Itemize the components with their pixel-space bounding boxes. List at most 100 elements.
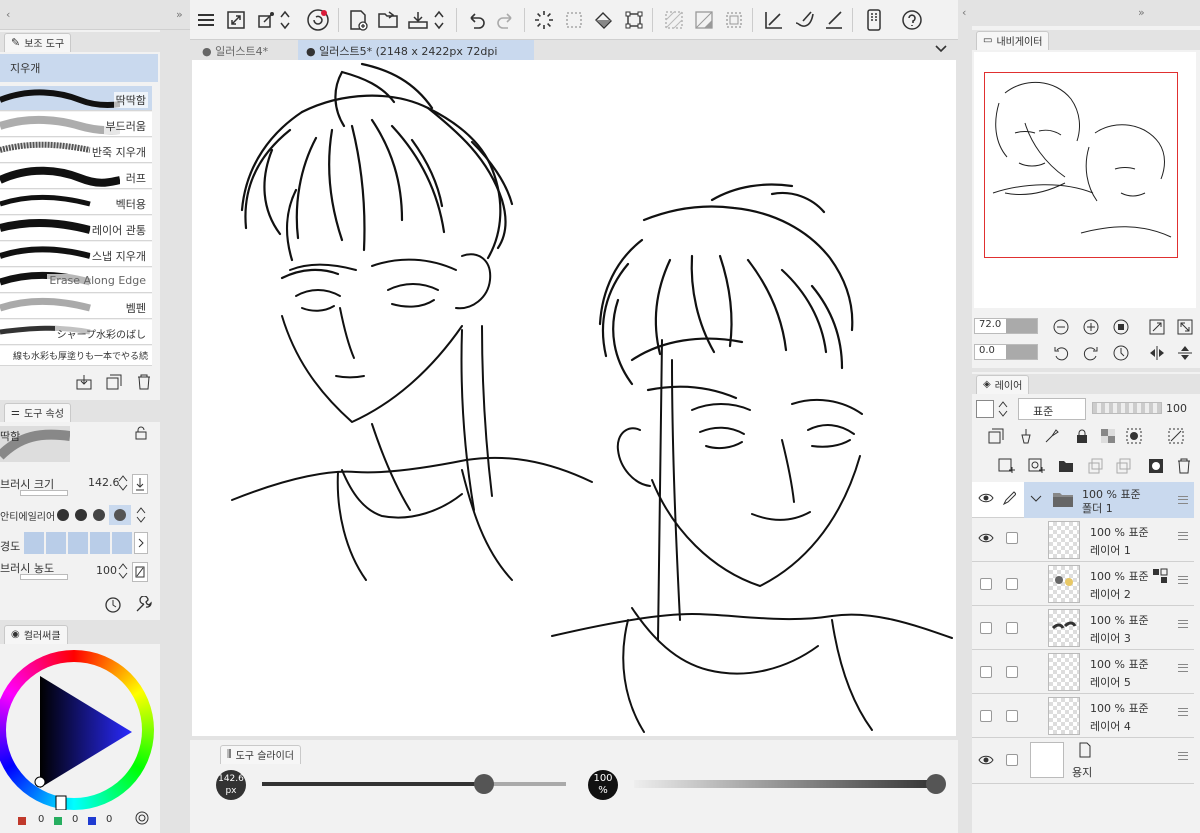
phone-icon[interactable]: [862, 8, 886, 32]
ruler-icon[interactable]: [762, 8, 786, 32]
brush-item[interactable]: 부드러움: [0, 112, 152, 137]
chevron-left-icon[interactable]: ‹: [6, 8, 10, 21]
reference-layer-icon[interactable]: [1018, 428, 1034, 447]
size-slider-handle[interactable]: [474, 774, 494, 794]
brush-size-stepper[interactable]: [118, 474, 128, 495]
opacity-slider-handle[interactable]: [926, 774, 946, 794]
layer-menu-icon[interactable]: [1178, 496, 1188, 504]
brush-icon[interactable]: [792, 8, 816, 32]
transfer-down-icon[interactable]: [1088, 458, 1106, 477]
brush-item[interactable]: 반죽 지우개: [0, 138, 152, 163]
hardness-bar[interactable]: [24, 532, 132, 554]
updown-icon[interactable]: [278, 8, 292, 32]
transform-icon[interactable]: [254, 8, 278, 32]
brush-item[interactable]: シャープ水彩のばし: [0, 320, 152, 345]
eye-icon[interactable]: [978, 532, 994, 547]
mask-layer-icon[interactable]: [1126, 428, 1146, 447]
folder-expand-icon[interactable]: [1030, 494, 1042, 507]
navigator-preview[interactable]: [974, 52, 1196, 308]
eye-icon[interactable]: [978, 754, 994, 769]
expand-icon[interactable]: [1176, 318, 1194, 339]
layer-row[interactable]: 100 % 표준 레이어 5: [972, 650, 1194, 694]
lock-transparent-icon[interactable]: [1100, 428, 1116, 447]
color-mode-icon[interactable]: [134, 810, 150, 829]
app-logo-icon[interactable]: [306, 8, 330, 32]
undo-icon[interactable]: [464, 8, 488, 32]
opacity-value[interactable]: 100: [96, 564, 117, 577]
color-wheel[interactable]: [0, 650, 154, 810]
pen-icon[interactable]: [1002, 490, 1017, 509]
zoom-in-icon[interactable]: [1082, 318, 1100, 339]
resize-icon[interactable]: [224, 8, 248, 32]
layer-checkbox[interactable]: [1006, 754, 1018, 766]
brush-item[interactable]: 벡터용: [0, 190, 152, 215]
crop-icon[interactable]: [622, 8, 646, 32]
slider-tab[interactable]: ⫼ 도구 슬라이더: [220, 744, 301, 764]
flip-vertical-icon[interactable]: [1176, 344, 1194, 365]
lock-layer-icon[interactable]: [1074, 428, 1090, 447]
zoom-field[interactable]: 72.0: [974, 318, 1038, 334]
open-folder-icon[interactable]: [376, 8, 400, 32]
brush-item[interactable]: 러프: [0, 164, 152, 189]
new-raster-layer-icon[interactable]: [998, 458, 1016, 477]
tab-dropdown-icon[interactable]: [934, 43, 948, 58]
layer-checkbox[interactable]: [980, 622, 992, 634]
help-icon[interactable]: [900, 8, 924, 32]
layer-mask-icon[interactable]: [1148, 458, 1166, 477]
loading-icon[interactable]: [532, 8, 556, 32]
wrench-icon[interactable]: [134, 595, 152, 617]
color-tab[interactable]: ◉ 컬러써클: [4, 624, 68, 644]
expression-stepper[interactable]: [998, 400, 1008, 421]
layer-row[interactable]: 100 % 표준 레이어 1: [972, 518, 1194, 562]
subtool-tab[interactable]: ✎ 보조 도구: [4, 32, 72, 52]
layer-row-paper[interactable]: 용지: [972, 738, 1194, 784]
rotate-left-icon[interactable]: [1052, 344, 1070, 365]
flip-horizontal-icon[interactable]: [1148, 344, 1166, 365]
lock-icon[interactable]: [134, 426, 148, 443]
canvas-paper[interactable]: [192, 60, 956, 736]
layer-checkbox[interactable]: [1006, 532, 1018, 544]
chevron-right-icon[interactable]: »: [176, 8, 183, 21]
canvas-area[interactable]: [190, 60, 958, 736]
draft-layer-icon[interactable]: [1044, 428, 1060, 447]
trash-icon[interactable]: [136, 374, 152, 393]
opacity-stepper[interactable]: [118, 562, 128, 583]
navigator-viewport-frame[interactable]: [984, 72, 1178, 258]
layer-opacity-bar[interactable]: [1092, 402, 1162, 414]
brush-item[interactable]: 레이어 관통: [0, 216, 152, 241]
layer-menu-icon[interactable]: [1178, 664, 1188, 672]
chevron-right-icon[interactable]: »: [1138, 6, 1145, 19]
toolprop-tab[interactable]: ⚌ 도구 속성: [4, 402, 71, 422]
tab-doc1[interactable]: ● 일러스트4*: [194, 40, 298, 60]
frame-icon[interactable]: [722, 8, 746, 32]
brush-item[interactable]: 線も水彩も厚塗りも一本でやる続: [0, 346, 152, 366]
tab-doc2[interactable]: ● 일러스트5* (2148 x 2422px 72dpi 72.0%): [298, 40, 534, 72]
settings-dial-icon[interactable]: [104, 596, 122, 617]
menu-icon[interactable]: [194, 8, 218, 32]
hardness-arrow-icon[interactable]: [134, 532, 148, 554]
brush-item[interactable]: Erase Along Edge: [0, 268, 152, 293]
layer-checkbox[interactable]: [1006, 578, 1018, 590]
layer-menu-icon[interactable]: [1178, 620, 1188, 628]
rotate-right-icon[interactable]: [1082, 344, 1100, 365]
layer-menu-icon[interactable]: [1178, 532, 1188, 540]
hatch-icon[interactable]: [662, 8, 686, 32]
layer-row-folder[interactable]: 100 % 표준 폴더 1: [972, 482, 1194, 518]
layer-menu-icon[interactable]: [1178, 708, 1188, 716]
size-slider[interactable]: [262, 774, 566, 794]
layer-menu-icon[interactable]: [1178, 752, 1188, 760]
layer-tab[interactable]: ◈ 레이어: [976, 374, 1030, 394]
layer-checkbox[interactable]: [1006, 622, 1018, 634]
zoom-out-icon[interactable]: [1052, 318, 1070, 339]
layer-checkbox[interactable]: [1006, 710, 1018, 722]
eye-icon[interactable]: [978, 492, 994, 507]
rotate-reset-icon[interactable]: [1112, 344, 1130, 365]
opacity-pen-icon[interactable]: [132, 562, 148, 582]
new-vector-layer-icon[interactable]: [1028, 458, 1046, 477]
zoom-fit-icon[interactable]: [1112, 318, 1130, 339]
opacity-slider[interactable]: [634, 774, 946, 794]
layer-checkbox[interactable]: [980, 710, 992, 722]
clip-layer-icon[interactable]: [988, 428, 1004, 447]
brush-size-download-icon[interactable]: [132, 474, 148, 494]
brush-item[interactable]: 스냅 지우개: [0, 242, 152, 267]
